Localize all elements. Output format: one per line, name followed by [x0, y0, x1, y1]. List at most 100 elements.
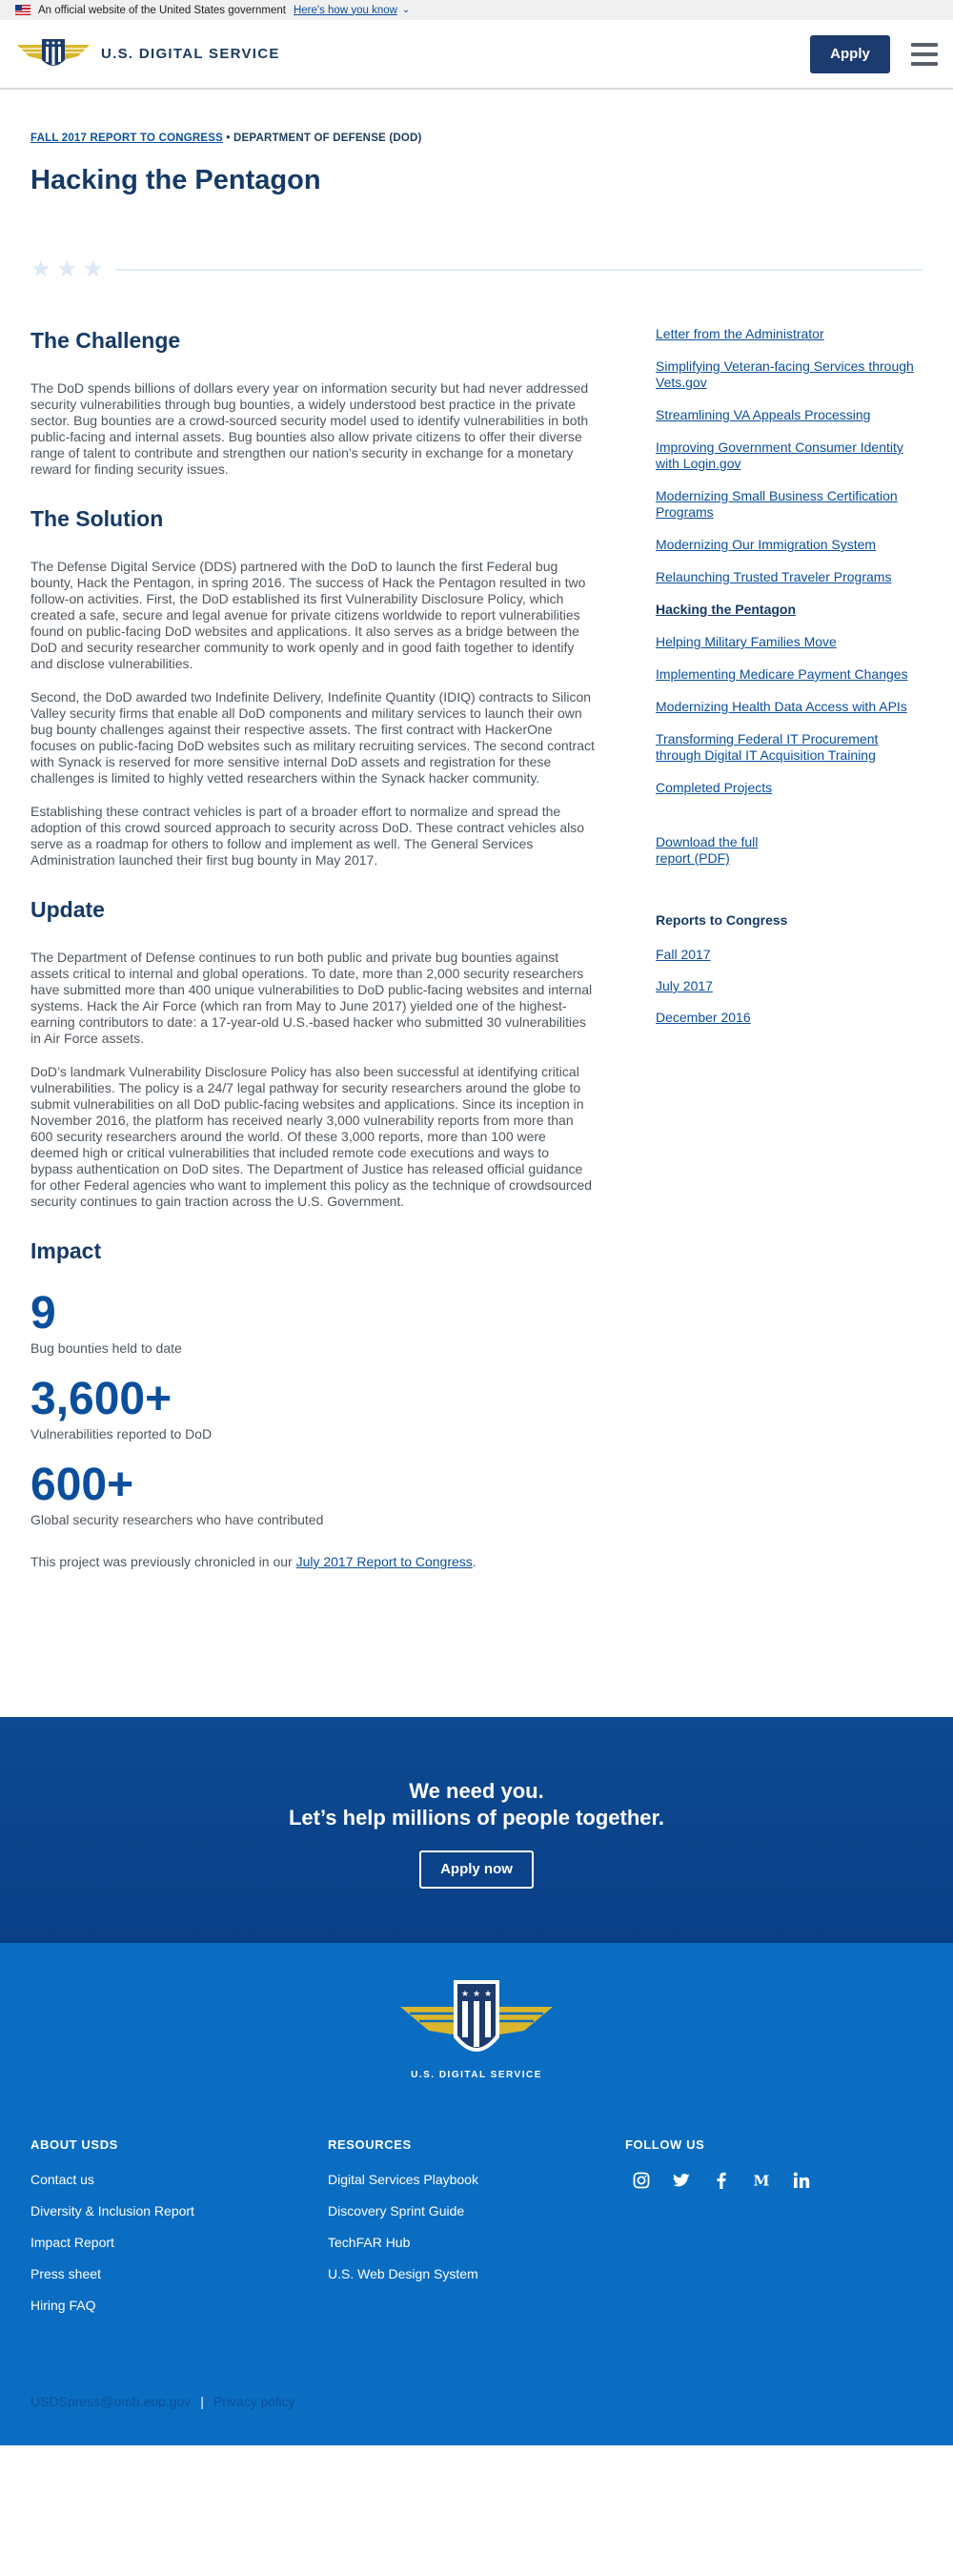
linkedin-icon[interactable] [793, 2172, 810, 2189]
how-you-know-link[interactable]: Here's how you know [294, 5, 397, 16]
footer-follow-column: FOLLOW US M [625, 2137, 923, 2329]
content: The Challenge The DoD spends billions of… [0, 310, 953, 1569]
challenge-heading: The Challenge [30, 328, 181, 353]
impact-metric: 9 Bug bounties held to date [30, 1288, 595, 1357]
footer-link-discovery-sprint[interactable]: Discovery Sprint Guide [328, 2203, 625, 2218]
metric-value: 3,600+ [30, 1374, 172, 1424]
usds-logo-icon[interactable]: ★ ★ ★ [400, 1978, 553, 2064]
footer-about-column: ABOUT USDS Contact us Diversity & Inclus… [30, 2137, 328, 2329]
home-link[interactable]: U.S. DIGITAL SERVICE [15, 35, 280, 73]
footer-link-hiring-faq[interactable]: Hiring FAQ [30, 2298, 328, 2313]
footer-link-impact-report[interactable]: Impact Report [30, 2235, 328, 2250]
gov-banner: An official website of the United States… [0, 0, 953, 20]
footer-link-diversity-report[interactable]: Diversity & Inclusion Report [30, 2203, 328, 2218]
sidebar-item-login-gov[interactable]: Improving Government Consumer Identity w… [656, 440, 923, 472]
apply-now-button[interactable]: Apply now [419, 1850, 534, 1889]
report-link-fall-2017[interactable]: Fall 2017 [656, 947, 923, 962]
footer-about-heading: ABOUT USDS [30, 2137, 118, 2152]
facebook-icon[interactable] [713, 2172, 730, 2189]
footer-resources-heading: RESOURCES [328, 2137, 412, 2152]
metric-label: Vulnerabilities reported to DoD [30, 1426, 213, 1441]
metric-value: 9 [30, 1288, 56, 1339]
metric-value: 600+ [30, 1460, 134, 1510]
instagram-icon[interactable] [633, 2172, 650, 2189]
footer-link-techfar-hub[interactable]: TechFAR Hub [328, 2235, 625, 2250]
report-nav: Letter from the Administrator Simplifyin… [656, 326, 923, 796]
sidebar-item-trusted-traveler[interactable]: Relaunching Trusted Traveler Programs [656, 569, 923, 585]
menu-icon[interactable] [911, 42, 938, 66]
breadcrumb: FALL 2017 REPORT TO CONGRESS • DEPARTMEN… [30, 133, 923, 144]
social-links: M [625, 2172, 923, 2189]
twitter-icon[interactable] [673, 2172, 690, 2189]
divider-line [114, 269, 923, 271]
star-icon: ★ [83, 256, 104, 282]
footer-bottom: USDSpress@omb.eop.gov | Privacy policy [30, 2394, 295, 2409]
breadcrumb-department: DEPARTMENT OF DEFENSE (DOD) [233, 133, 422, 144]
solution-paragraph-1: The Defense Digital Service (DDS) partne… [30, 559, 586, 671]
sidebar-item-it-procurement[interactable]: Transforming Federal IT Procurement thro… [656, 731, 923, 764]
svg-text:★: ★ [484, 1990, 492, 1999]
star-icon: ★ [56, 256, 78, 282]
sidebar-item-letter-from-administrator[interactable]: Letter from the Administrator [656, 326, 923, 342]
sidebar-item-va-appeals[interactable]: Streamlining VA Appeals Processing [656, 407, 923, 423]
solution-heading: The Solution [30, 506, 164, 531]
page-intro: FALL 2017 REPORT TO CONGRESS • DEPARTMEN… [0, 133, 953, 282]
footer-link-uswds[interactable]: U.S. Web Design System [328, 2266, 625, 2281]
cta-subheadline: Let’s help millions of people together. [288, 1806, 664, 1830]
impact-metric: 3,600+ Vulnerabilities reported to DoD [30, 1374, 595, 1442]
site-footer: ★ ★ ★ U.S. DIGITAL SERVICE ABOUT USDS Co… [0, 1943, 953, 2445]
gov-banner-text: An official website of the United States… [38, 4, 286, 16]
sidebar-item-small-business[interactable]: Modernizing Small Business Certification… [656, 488, 923, 521]
update-paragraph-2: DoD’s landmark Vulnerability Disclosure … [30, 1064, 593, 1209]
footer-brand-name: U.S. DIGITAL SERVICE [411, 2070, 542, 2080]
cta-headline: We need you. [409, 1779, 544, 1803]
update-heading: Update [30, 897, 105, 922]
join-cta: We need you. Let’s help millions of peop… [0, 1717, 953, 1943]
solution-paragraph-3: Establishing these contract vehicles is … [30, 804, 585, 868]
footer-follow-heading: FOLLOW US [625, 2137, 705, 2152]
svg-text:M: M [754, 2173, 770, 2188]
solution-paragraph-2: Second, the DoD awarded two Indefinite D… [30, 689, 595, 786]
footer-link-press-sheet[interactable]: Press sheet [30, 2266, 328, 2281]
footer-link-playbook[interactable]: Digital Services Playbook [328, 2172, 625, 2187]
chevron-down-icon[interactable]: ⌄ [402, 5, 410, 15]
svg-text:★: ★ [461, 1990, 469, 1999]
report-link-july-2017[interactable]: July 2017 [656, 978, 923, 993]
metric-label: Bug bounties held to date [30, 1340, 182, 1356]
us-flag-icon [15, 5, 30, 15]
challenge-paragraph: The DoD spends billions of dollars every… [30, 380, 589, 477]
chronicle-period: . [472, 1554, 476, 1569]
report-link-december-2016[interactable]: December 2016 [656, 1010, 923, 1025]
medium-icon[interactable]: M [753, 2172, 770, 2189]
apply-button[interactable]: Apply [810, 34, 890, 73]
privacy-policy-link[interactable]: Privacy policy [213, 2394, 295, 2409]
usds-logo-icon [17, 38, 90, 66]
svg-text:★: ★ [473, 1990, 480, 1999]
sidebar-item-medicare-payment[interactable]: Implementing Medicare Payment Changes [656, 666, 923, 683]
footer-link-contact-us[interactable]: Contact us [30, 2172, 328, 2187]
sidebar-item-military-families[interactable]: Helping Military Families Move [656, 634, 923, 650]
footer-columns: ABOUT USDS Contact us Diversity & Inclus… [0, 2137, 953, 2329]
july-2017-report-link[interactable]: July 2017 Report to Congress [296, 1554, 473, 1569]
impact-heading: Impact [30, 1238, 102, 1263]
chronicle-text: This project was previously chronicled i… [30, 1554, 296, 1569]
breadcrumb-separator: • [226, 133, 231, 144]
star-icon: ★ [30, 256, 51, 282]
sidebar-item-hacking-the-pentagon[interactable]: Hacking the Pentagon [656, 602, 923, 618]
update-paragraph-1: The Department of Defense continues to r… [30, 950, 593, 1046]
sidebar-item-health-data-apis[interactable]: Modernizing Health Data Access with APIs [656, 699, 923, 715]
main-article: The Challenge The DoD spends billions of… [30, 310, 595, 1569]
download-report-link[interactable]: Download the full report (PDF) [656, 834, 780, 867]
page-title: Hacking the Pentagon [30, 165, 321, 195]
reports-heading: Reports to Congress [656, 912, 788, 928]
site-header: U.S. DIGITAL SERVICE Apply [0, 20, 953, 90]
brand-name: U.S. DIGITAL SERVICE [101, 46, 280, 62]
stars-divider: ★ ★ ★ [30, 256, 923, 282]
metric-label: Global security researchers who have con… [30, 1512, 324, 1527]
breadcrumb-report-link[interactable]: FALL 2017 REPORT TO CONGRESS [30, 133, 223, 144]
sidebar-item-completed-projects[interactable]: Completed Projects [656, 780, 923, 796]
press-email-link[interactable]: USDSpress@omb.eop.gov [30, 2394, 191, 2409]
sidebar-item-vets-gov[interactable]: Simplifying Veteran-facing Services thro… [656, 358, 923, 391]
chronicle-note: This project was previously chronicled i… [30, 1554, 595, 1569]
sidebar-item-immigration[interactable]: Modernizing Our Immigration System [656, 537, 923, 553]
